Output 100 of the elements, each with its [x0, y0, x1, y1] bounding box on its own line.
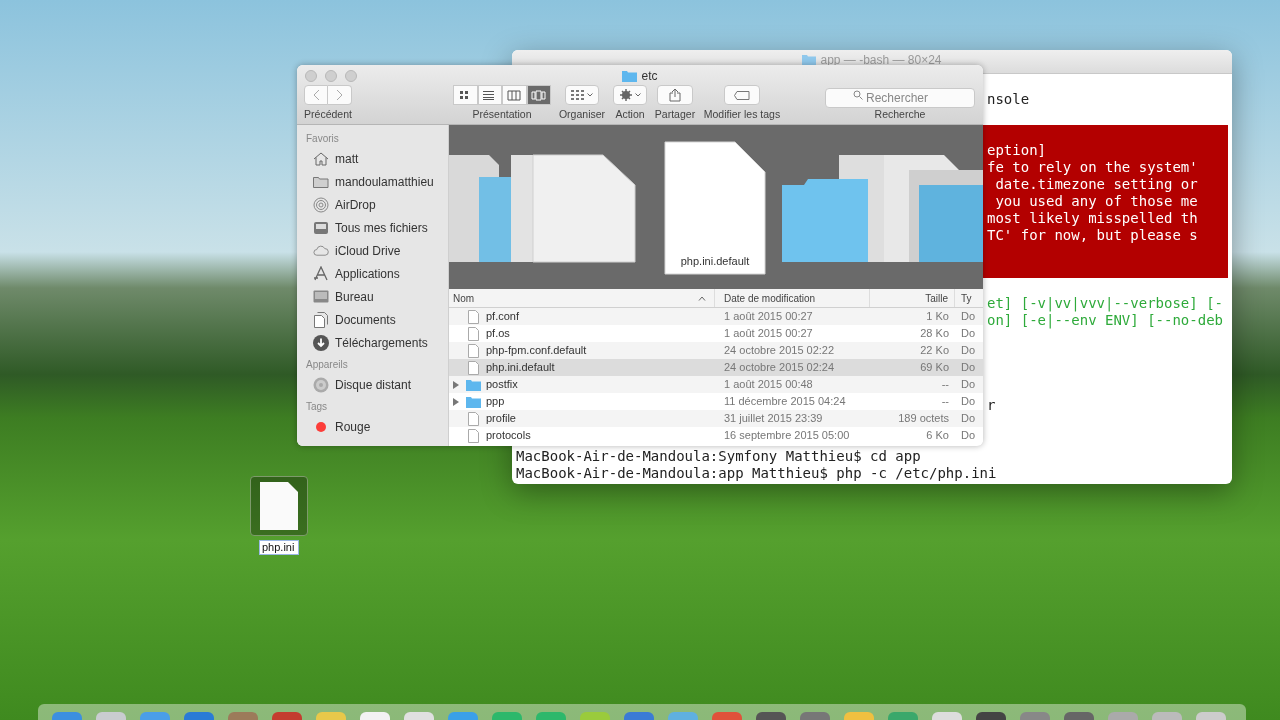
grid-view-button[interactable]: [453, 85, 478, 105]
size-cell-text: --: [940, 394, 950, 410]
file-row[interactable]: php.ini.default 24 octobre 2015 02:24 69 Ko Do: [449, 359, 983, 376]
sidebar-heading: Tags: [306, 400, 329, 414]
sidebar-item[interactable]: Applications: [297, 262, 448, 285]
chevron-right-icon: [336, 89, 343, 101]
terminal-text: r: [987, 397, 997, 414]
arrange-button[interactable]: [565, 85, 599, 105]
kind-cell-text: Do: [960, 309, 976, 325]
sort-caret-icon: [698, 295, 706, 301]
grid-icon: [571, 90, 584, 100]
column-header[interactable]: Nom: [453, 290, 475, 306]
document-icon: [664, 141, 766, 275]
dock-app-icon[interactable]: [756, 712, 786, 720]
column-header[interactable]: Date de modification: [724, 290, 816, 306]
terminal-text: on] [-e|--env ENV] [--no-deb: [987, 312, 1224, 329]
dock-app-icon[interactable]: [624, 712, 654, 720]
minimize-button[interactable]: [325, 70, 337, 82]
size-cell-text: 189 octets: [897, 411, 950, 427]
cloud-icon: [313, 245, 329, 256]
chevron-left-icon: [312, 89, 320, 101]
cover-flow-button[interactable]: [526, 85, 551, 105]
sidebar-item[interactable]: matt: [297, 147, 448, 170]
date-cell-text: 16 septembre 2015 05:00: [723, 428, 851, 444]
folder-icon: [313, 175, 329, 188]
date-cell-text: 1 août 2015 00:27: [723, 309, 814, 325]
sidebar-item[interactable]: Rouge: [297, 415, 448, 438]
list-view-button[interactable]: [477, 85, 502, 105]
caret-icon: [587, 93, 593, 97]
file-name: profile: [486, 411, 516, 427]
document-icon: [468, 309, 479, 324]
columns-view-icon: [506, 89, 522, 101]
disc-icon: [313, 376, 329, 393]
dock-app-icon[interactable]: [976, 712, 1006, 720]
share-button[interactable]: [657, 85, 693, 105]
sidebar-item[interactable]: Téléchargements: [297, 331, 448, 354]
dock-app-icon[interactable]: [360, 712, 390, 720]
sidebar-item[interactable]: Tous mes fichiers: [297, 216, 448, 239]
date-cell-text: 11 décembre 2015 04:24: [723, 394, 847, 410]
file-cabinet-icon: [313, 220, 329, 235]
terminal-text: nsole: [987, 91, 1031, 108]
date-cell-text: 1 août 2015 00:27: [723, 326, 814, 342]
document-icon: [468, 326, 479, 341]
document-icon: [468, 428, 479, 443]
file-row[interactable]: php-fpm.conf.default 24 octobre 2015 02:22 22 Ko Do: [449, 342, 983, 359]
file-name: ppp: [486, 394, 505, 410]
settings-icon: [619, 89, 632, 101]
error-text: you used any of those me: [994, 193, 1199, 210]
date-cell-text: 31 juillet 2015 23:39: [723, 411, 824, 427]
dock-app-icon[interactable]: [1064, 712, 1094, 720]
rename-field[interactable]: php.ini: [259, 540, 299, 555]
toolbar-label: Recherche: [874, 107, 926, 122]
dock-app-icon[interactable]: [800, 712, 830, 720]
file-row[interactable]: profile 31 juillet 2015 23:39 189 octets Do: [449, 410, 983, 427]
home-icon: [313, 151, 329, 166]
toolbar-label: Précédent: [304, 107, 352, 122]
error-text: date.timezone setting or: [994, 176, 1199, 193]
error-text: eption]: [987, 142, 1047, 159]
size-cell-text: --: [940, 377, 950, 393]
file-row[interactable]: pf.conf 1 août 2015 00:27 1 Ko Do: [449, 308, 983, 325]
file-name: pf.conf: [486, 309, 520, 325]
columns-view-button[interactable]: [502, 85, 527, 105]
dock-app-icon[interactable]: [184, 712, 214, 720]
sidebar-item[interactable]: AirDrop: [297, 193, 448, 216]
download-icon: [313, 334, 329, 351]
sidebar-item[interactable]: mandoulamatthieu: [297, 170, 448, 193]
caret-icon: [634, 93, 641, 97]
file-row[interactable]: postfix 1 août 2015 00:48 -- Do: [449, 376, 983, 393]
column-header[interactable]: Ty: [961, 290, 972, 306]
kind-cell-text: Do: [960, 360, 976, 376]
kind-cell-text: Do: [960, 326, 976, 342]
action-button[interactable]: [613, 85, 647, 105]
sidebar-item[interactable]: iCloud Drive: [297, 239, 448, 262]
search-field[interactable]: Rechercher: [825, 88, 975, 108]
column-header[interactable]: Taille: [925, 290, 948, 306]
date-cell-text: 1 août 2015 00:48: [723, 377, 814, 393]
dock-app-icon[interactable]: [272, 712, 302, 720]
sidebar-item[interactable]: Documents: [297, 308, 448, 331]
toolbar-label: Action: [615, 107, 645, 122]
document-icon: [259, 481, 299, 531]
kind-cell-text: Do: [960, 411, 976, 427]
document-icon: [468, 360, 479, 375]
folder-icon: [466, 378, 481, 391]
size-cell-text: 1 Ko: [925, 309, 950, 325]
sidebar-item[interactable]: Disque distant: [297, 373, 448, 396]
terminal-text: et] [-v|vv|vvv|--verbose] [-: [987, 295, 1224, 312]
documents-icon: [314, 311, 328, 328]
close-button[interactable]: [305, 70, 317, 82]
size-cell-text: 28 Ko: [919, 326, 950, 342]
tag-icon: [734, 90, 750, 100]
desktop-icon: [313, 290, 329, 303]
back-button[interactable]: [304, 85, 328, 105]
sidebar-item[interactable]: Bureau: [297, 285, 448, 308]
share-icon: [669, 88, 681, 102]
tags-button[interactable]: [724, 85, 760, 105]
forward-button[interactable]: [328, 85, 352, 105]
size-cell-text: 22 Ko: [919, 343, 950, 359]
file-name: php-fpm.conf.default: [486, 343, 587, 359]
file-name: postfix: [486, 377, 518, 393]
zoom-button[interactable]: [345, 70, 357, 82]
